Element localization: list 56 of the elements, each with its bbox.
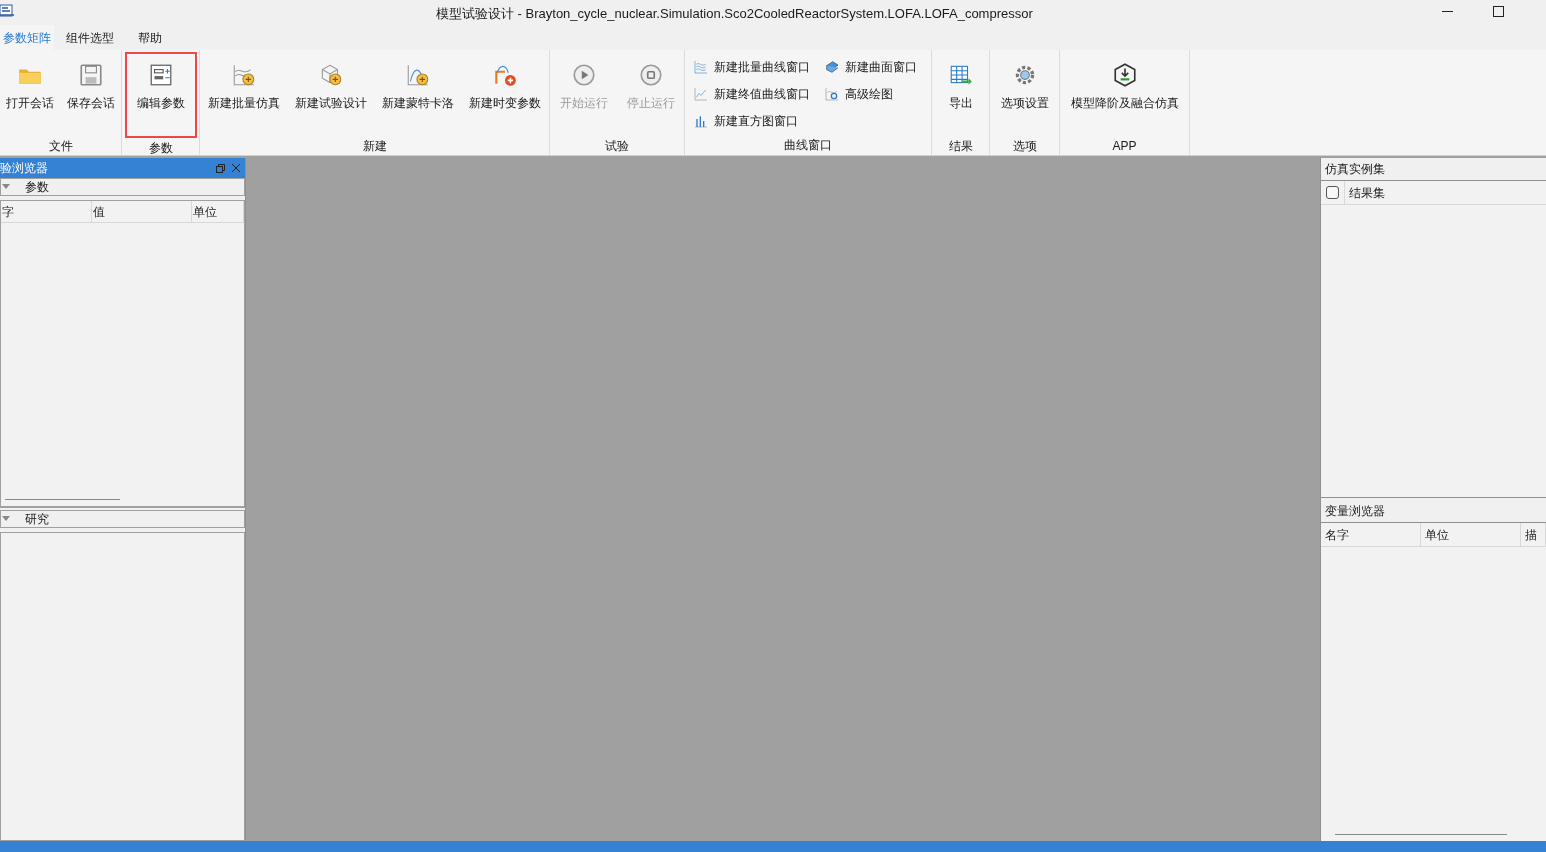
section-header[interactable]: 研究	[0, 510, 245, 528]
ribbon-button[interactable]: 编辑参数	[124, 52, 197, 138]
chart-gear-icon	[824, 86, 840, 102]
close-button[interactable]	[230, 162, 242, 174]
ribbon-button[interactable]: 新建直方图窗口	[693, 108, 810, 134]
wave-chart-icon	[693, 59, 709, 75]
column-header[interactable]: 字	[1, 201, 92, 222]
group-label: 结果	[947, 138, 974, 155]
ribbon-button[interactable]: 保存会话	[64, 58, 117, 136]
panel-title: 变量浏览器	[1324, 503, 1386, 520]
group-label: 曲线窗口	[783, 137, 833, 154]
checkbox[interactable]	[1326, 186, 1339, 199]
scrollbar[interactable]	[5, 498, 120, 500]
list-item[interactable]: 结果集	[1345, 183, 1389, 202]
column-header[interactable]: 名字	[1321, 523, 1421, 546]
line-chart-icon	[693, 86, 709, 102]
section-header[interactable]: 参数	[0, 178, 245, 196]
group-label: 参数	[147, 140, 174, 157]
group-label: 选项	[1011, 138, 1038, 155]
column-header[interactable]: 单位	[1421, 523, 1521, 546]
ribbon-button[interactable]: 新建试验设计	[292, 58, 369, 136]
stop-icon	[637, 62, 664, 88]
chevron-icon	[1, 515, 11, 523]
ribbon-button[interactable]: 模型降阶及融合仿真	[1068, 58, 1181, 136]
scrollbar[interactable]	[1335, 833, 1507, 835]
app-logo-icon	[0, 4, 14, 18]
ribbon-button[interactable]: 新建终值曲线窗口	[693, 81, 810, 107]
float-button[interactable]	[214, 162, 226, 174]
ribbon-button[interactable]: 导出	[945, 58, 976, 136]
bar-chart-icon	[693, 113, 709, 129]
download-hexagon-icon	[1111, 62, 1138, 88]
ribbon-tab[interactable]: 组件选型	[54, 25, 126, 50]
play-icon	[570, 62, 597, 88]
window-title: 模型试验设计 - Brayton_cycle_nuclear.Simulation.Sco2CooledReactorSystem.LOFA.LOFA_compressor	[436, 5, 1033, 23]
ribbon-button[interactable]: 打开会话	[4, 58, 57, 136]
ribbon-tab[interactable]: 帮助	[126, 25, 174, 50]
ribbon-button[interactable]: 新建批量仿真	[205, 58, 282, 136]
maximize-icon[interactable]	[1492, 5, 1504, 17]
column-header[interactable]: 单位	[192, 201, 244, 222]
column-header[interactable]: 描	[1521, 523, 1546, 546]
ribbon-button[interactable]: 新建曲面窗口	[824, 54, 917, 80]
group-label: 文件	[47, 138, 74, 155]
ribbon-button[interactable]: 新建蒙特卡洛	[380, 58, 457, 136]
ribbon-tab[interactable]: 参数矩阵	[0, 25, 54, 50]
panel-title: 验浏览器	[0, 160, 48, 177]
group-label: APP	[1111, 138, 1138, 155]
ribbon-button[interactable]: 高级绘图	[824, 81, 917, 107]
surface-icon	[824, 59, 840, 75]
ribbon-button[interactable]: 选项设置	[998, 58, 1051, 136]
ribbon-button[interactable]: 新建时变参数	[467, 58, 544, 136]
group-label: 试验	[604, 138, 630, 155]
column-header[interactable]: 值	[92, 201, 192, 222]
ribbon-button[interactable]: 新建批量曲线窗口	[693, 54, 810, 80]
panel-title: 仿真实例集	[1324, 161, 1386, 178]
chevron-icon	[1, 183, 11, 191]
group-label: 新建	[361, 138, 388, 155]
